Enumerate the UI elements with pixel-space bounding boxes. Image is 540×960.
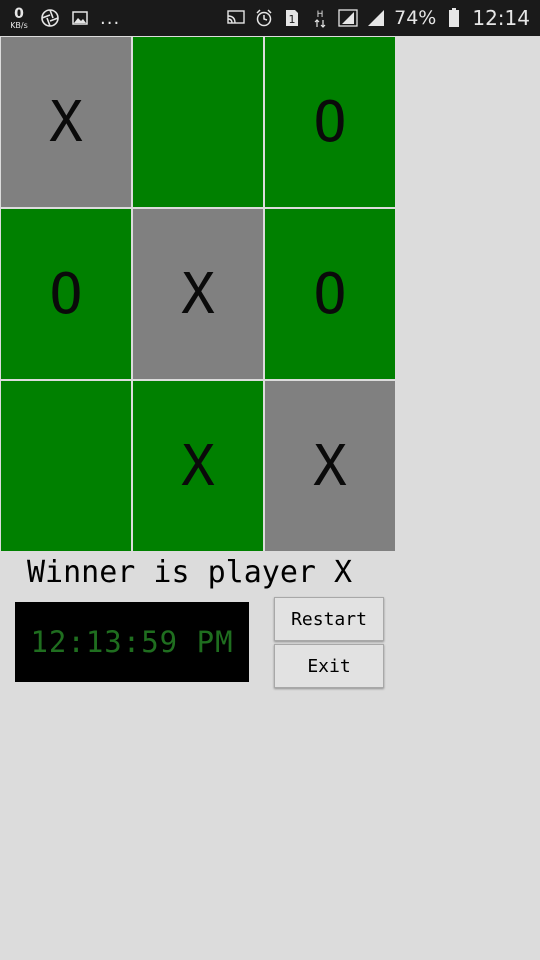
board-cell[interactable]: O (265, 37, 395, 207)
network-h-icon: H (310, 8, 330, 28)
winner-message: Winner is player X (27, 555, 353, 590)
network-speed: 0 KB/s (8, 7, 30, 30)
svg-text:H: H (317, 10, 324, 20)
board-cell[interactable]: O (265, 209, 395, 379)
network-speed-value: 0 (14, 5, 24, 22)
exit-button[interactable]: Exit (274, 644, 384, 688)
board-cell[interactable]: O (1, 209, 131, 379)
status-bar-right: 1 H 74% 12:14 (226, 0, 530, 36)
restart-button[interactable]: Restart (274, 597, 384, 641)
board-cell[interactable]: X (1, 37, 131, 207)
game-board: X O O X O X X (1, 37, 395, 551)
status-bar: 0 KB/s ... 1 H 74% 12:14 (0, 0, 540, 36)
cast-icon (226, 8, 246, 28)
battery-percent: 74% (394, 7, 437, 29)
network-speed-unit: KB/s (10, 20, 28, 30)
alarm-icon (254, 8, 274, 28)
image-icon (70, 8, 90, 28)
board-cell[interactable]: X (265, 381, 395, 551)
board-cell[interactable] (133, 37, 263, 207)
signal-icon (338, 8, 358, 28)
status-bar-left: 0 KB/s ... (8, 0, 120, 36)
battery-icon (444, 8, 464, 28)
status-clock: 12:14 (472, 6, 530, 30)
svg-text:1: 1 (289, 13, 296, 26)
sim-1-icon: 1 (282, 8, 302, 28)
digital-clock: 12:13:59 PM (15, 602, 249, 682)
aperture-icon (40, 8, 60, 28)
more-notifications: ... (100, 8, 121, 29)
board-cell[interactable] (1, 381, 131, 551)
board-cell[interactable]: X (133, 381, 263, 551)
signal-icon (366, 8, 386, 28)
board-cell[interactable]: X (133, 209, 263, 379)
